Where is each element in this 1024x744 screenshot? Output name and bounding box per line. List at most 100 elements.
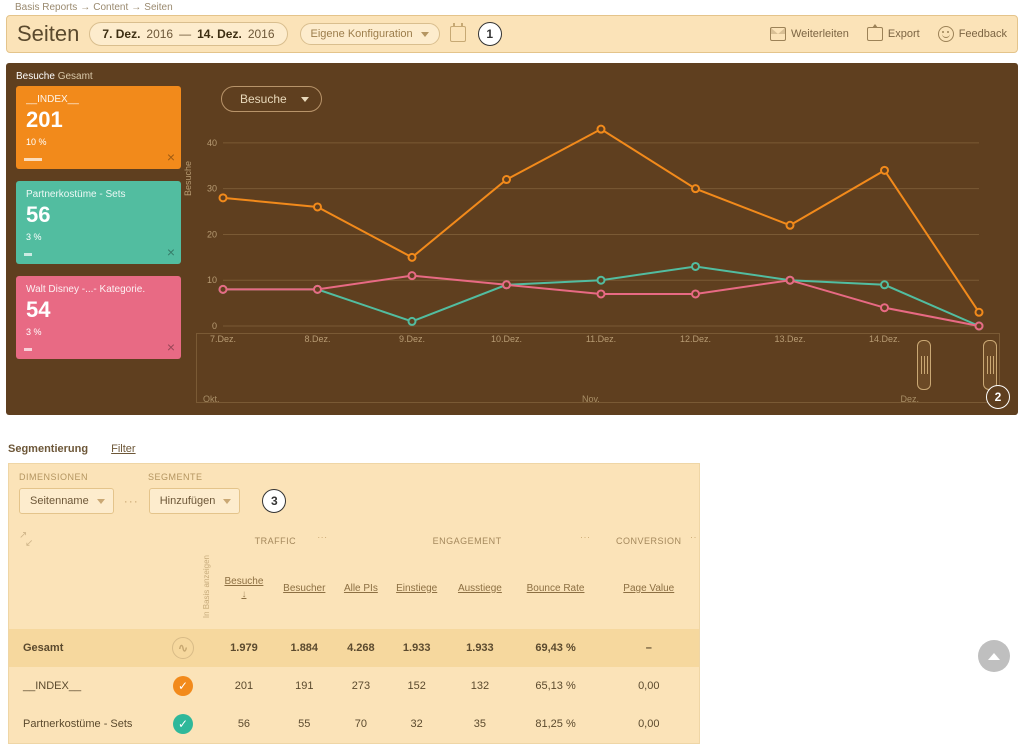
chart-panel: Besuche Gesamt __INDEX__20110 %×Partnerk… (6, 63, 1018, 415)
cell: 65,13 % (513, 667, 599, 705)
dimensions-header: DIMENSIONEN (19, 472, 88, 482)
annotation-marker-1: 1 (478, 22, 502, 46)
y-axis-label: Besuche (183, 161, 193, 196)
range-handle-right[interactable] (983, 340, 997, 390)
cell: 152 (386, 667, 447, 705)
breadcrumb: Basis Reports→Content→Seiten (0, 0, 1024, 15)
card-percent: 3 % (26, 327, 171, 337)
forward-button[interactable]: Weiterleiten (770, 27, 849, 41)
dimension-dots: ··· (124, 494, 139, 508)
chevron-down-icon (421, 32, 429, 37)
close-icon[interactable]: × (167, 244, 175, 260)
table-row[interactable]: Partnerkostüme - Sets✓ 565570323581,25 %0… (9, 705, 699, 743)
row-status-icon[interactable]: ✓ (173, 676, 193, 696)
cell: 0,00 (599, 667, 699, 705)
cell: 1.884 (273, 629, 336, 667)
cell: 273 (336, 667, 386, 705)
annotation-marker-3: 3 (262, 489, 286, 513)
date-range-picker[interactable]: 7. Dez.2016 — 14. Dez.2016 (89, 22, 287, 46)
table-row[interactable]: __INDEX__✓ 20119127315213265,13 %0,00 (9, 667, 699, 705)
svg-text:0: 0 (212, 321, 217, 331)
segmentation-tabs: Segmentierung Filter (8, 443, 1016, 455)
cell: 32 (386, 705, 447, 743)
cell: 4.268 (336, 629, 386, 667)
cell: 1.979 (215, 629, 273, 667)
cell: 132 (447, 667, 512, 705)
col-einstiege[interactable]: Einstiege (386, 551, 447, 629)
export-icon (867, 27, 883, 41)
cell: 70 (336, 705, 386, 743)
mail-icon (770, 27, 786, 41)
annotation-marker-2: 2 (986, 385, 1010, 409)
series-card[interactable]: Walt Disney -...- Kategorie. 54 3 % × (16, 276, 181, 359)
segmentation-panel: DIMENSIONEN SEGMENTE Seitenname ··· Hinz… (8, 463, 700, 744)
svg-text:10: 10 (207, 275, 217, 285)
row-name: __INDEX__ (9, 667, 169, 705)
svg-text:20: 20 (207, 229, 217, 239)
panel-metric-label: Besuche Gesamt (6, 63, 1018, 86)
table-row[interactable]: Gesamt∿1.9791.8844.2681.9331.93369,43 %– (9, 629, 699, 667)
smiley-icon (938, 26, 954, 42)
config-dropdown[interactable]: Eigene Konfiguration (300, 23, 440, 45)
header-bar: Seiten 7. Dez.2016 — 14. Dez.2016 Eigene… (6, 15, 1018, 53)
close-icon[interactable]: × (167, 149, 175, 165)
cell: 35 (447, 705, 512, 743)
calendar-icon[interactable] (450, 26, 466, 42)
row-name: Gesamt (9, 629, 169, 667)
cell: 0,00 (599, 705, 699, 743)
col-bounce[interactable]: Bounce Rate (513, 551, 599, 629)
range-handle-left[interactable] (917, 340, 931, 390)
cell: 1.933 (386, 629, 447, 667)
col-besuche[interactable]: Besuche (215, 551, 273, 629)
card-value: 56 (26, 202, 171, 228)
group-conversion: CONVERSION·· (599, 526, 699, 551)
cell: 201 (215, 667, 273, 705)
add-segment-button[interactable]: Hinzufügen (149, 488, 241, 514)
chevron-down-icon (97, 499, 105, 504)
series-card[interactable]: Partnerkostüme - Sets 56 3 % × (16, 181, 181, 264)
row-name: Partnerkostüme - Sets (9, 705, 169, 743)
row-status-icon[interactable]: ∿ (172, 637, 194, 659)
card-label: Walt Disney -...- Kategorie. (26, 284, 171, 295)
cell: 69,43 % (513, 629, 599, 667)
col-besucher[interactable]: Besucher (273, 551, 336, 629)
range-navigator[interactable]: Okt. Nov. Dez. (196, 333, 1000, 403)
card-label: __INDEX__ (26, 94, 171, 105)
card-label: Partnerkostüme - Sets (26, 189, 171, 200)
group-traffic: TRAFFIC··· (215, 526, 336, 551)
series-card[interactable]: __INDEX__ 201 10 % × (16, 86, 181, 169)
feedback-button[interactable]: Feedback (938, 26, 1007, 42)
close-icon[interactable]: × (167, 339, 175, 355)
card-value: 201 (26, 107, 171, 133)
cell: – (599, 629, 699, 667)
page-title: Seiten (17, 21, 79, 47)
tab-filter[interactable]: Filter (111, 443, 135, 455)
cell: 1.933 (447, 629, 512, 667)
segments-header: SEGMENTE (148, 472, 203, 482)
cell: 56 (215, 705, 273, 743)
data-table: TRAFFIC··· ENGAGEMENT··· CONVERSION·· In… (9, 526, 699, 743)
cell: 55 (273, 705, 336, 743)
metric-dropdown[interactable]: Besuche (221, 86, 322, 112)
export-button[interactable]: Export (867, 27, 920, 41)
line-chart: 0102030407.Dez.8.Dez.9.Dez.10.Dez.11.Dez… (199, 114, 989, 350)
scroll-to-top-button[interactable] (978, 640, 1010, 672)
tab-segmentation[interactable]: Segmentierung (8, 443, 88, 455)
group-engagement: ENGAGEMENT··· (336, 526, 599, 551)
svg-text:30: 30 (207, 184, 217, 194)
col-pagevalue[interactable]: Page Value (599, 551, 699, 629)
col-alle-pis[interactable]: Alle PIs (336, 551, 386, 629)
col-ausstiege[interactable]: Ausstiege (447, 551, 512, 629)
show-in-basis[interactable]: In Basis anzeigen (202, 555, 211, 618)
card-value: 54 (26, 297, 171, 323)
dimension-select[interactable]: Seitenname (19, 488, 114, 514)
card-percent: 10 % (26, 137, 171, 147)
row-status-icon[interactable]: ✓ (173, 714, 193, 734)
chevron-down-icon (301, 97, 309, 102)
chevron-down-icon (223, 499, 231, 504)
card-percent: 3 % (26, 232, 171, 242)
cell: 191 (273, 667, 336, 705)
cell: 81,25 % (513, 705, 599, 743)
expand-icon[interactable] (19, 532, 35, 548)
svg-text:40: 40 (207, 138, 217, 148)
